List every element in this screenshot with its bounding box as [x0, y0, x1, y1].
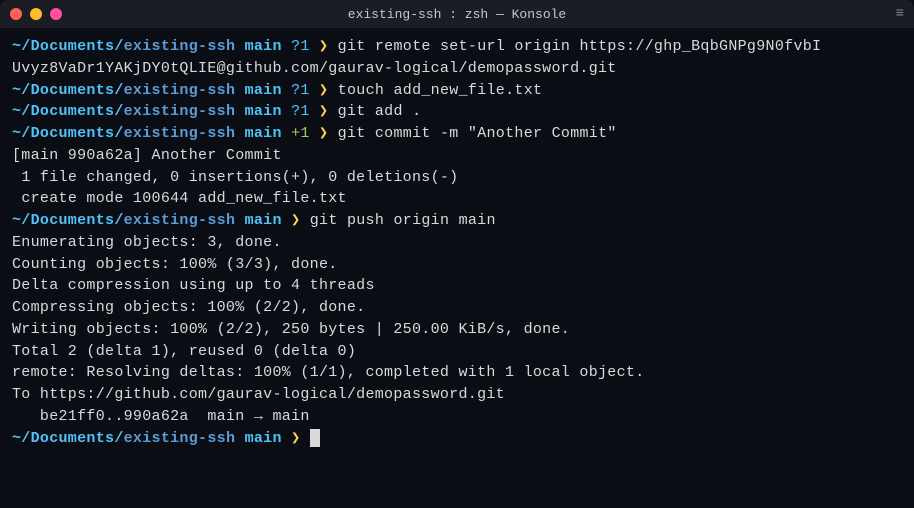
- prompt-line: ~/Documents/existing-ssh main ?1 ❯ git a…: [12, 101, 902, 123]
- output-line: remote: Resolving deltas: 100% (1/1), co…: [12, 362, 902, 384]
- output-line: be21ff0..990a62a main → main: [12, 406, 902, 428]
- command-text: git remote set-url origin https://ghp_Bq…: [338, 38, 822, 55]
- minimize-icon[interactable]: [30, 8, 42, 20]
- command-text: git add .: [338, 103, 422, 120]
- output-line: Counting objects: 100% (3/3), done.: [12, 254, 902, 276]
- cursor-icon: [310, 429, 320, 447]
- prompt-arrow: ❯: [319, 38, 328, 55]
- command-text: touch add_new_file.txt: [338, 82, 543, 99]
- output-line: Writing objects: 100% (2/2), 250 bytes |…: [12, 319, 902, 341]
- titlebar: existing-ssh : zsh — Konsole ≡: [0, 0, 914, 28]
- output-line: create mode 100644 add_new_file.txt: [12, 188, 902, 210]
- prompt-line: ~/Documents/existing-ssh main ?1 ❯ git r…: [12, 36, 902, 58]
- prompt-staged: +1: [291, 125, 310, 142]
- prompt-branch: main: [245, 38, 282, 55]
- output-line: 1 file changed, 0 insertions(+), 0 delet…: [12, 167, 902, 189]
- maximize-icon[interactable]: [50, 8, 62, 20]
- output-line: [main 990a62a] Another Commit: [12, 145, 902, 167]
- prompt-line-active: ~/Documents/existing-ssh main ❯: [12, 428, 902, 450]
- prompt-line: ~/Documents/existing-ssh main ❯ git push…: [12, 210, 902, 232]
- close-icon[interactable]: [10, 8, 22, 20]
- prompt-dir: existing-ssh: [124, 38, 236, 55]
- output-line: Enumerating objects: 3, done.: [12, 232, 902, 254]
- prompt-line: ~/Documents/existing-ssh main ?1 ❯ touch…: [12, 80, 902, 102]
- output-line: To https://github.com/gaurav-logical/dem…: [12, 384, 902, 406]
- hamburger-icon[interactable]: ≡: [896, 6, 904, 22]
- output-line: Compressing objects: 100% (2/2), done.: [12, 297, 902, 319]
- prompt-status: ?1: [291, 38, 310, 55]
- traffic-lights: [10, 8, 62, 20]
- output-line: Total 2 (delta 1), reused 0 (delta 0): [12, 341, 902, 363]
- terminal-window: existing-ssh : zsh — Konsole ≡ ~/Documen…: [0, 0, 914, 508]
- command-text: git push origin main: [310, 212, 496, 229]
- output-line: Delta compression using up to 4 threads: [12, 275, 902, 297]
- command-text: git commit -m "Another Commit": [338, 125, 617, 142]
- prompt-line: ~/Documents/existing-ssh main +1 ❯ git c…: [12, 123, 902, 145]
- window-title: existing-ssh : zsh — Konsole: [348, 7, 566, 22]
- prompt-path: ~/Documents/: [12, 38, 124, 55]
- terminal-body[interactable]: ~/Documents/existing-ssh main ?1 ❯ git r…: [0, 28, 914, 508]
- command-continuation: Uvyz8VaDr1YAKjDY0tQLIE@github.com/gaurav…: [12, 58, 902, 80]
